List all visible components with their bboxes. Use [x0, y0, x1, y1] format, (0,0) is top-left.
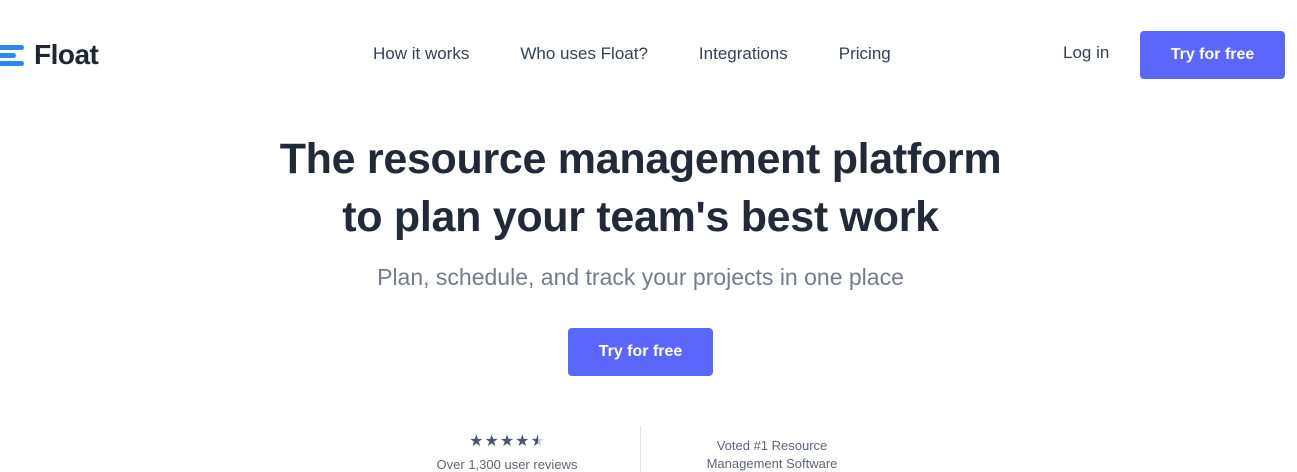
- logo-text: Float: [34, 39, 99, 70]
- nav-how-it-works[interactable]: How it works: [373, 44, 469, 64]
- voted-line-1: Voted #1 Resource: [716, 438, 828, 453]
- nav-integrations[interactable]: Integrations: [699, 44, 788, 64]
- half-star-icon: ★: [530, 433, 545, 450]
- nav-who-uses-float[interactable]: Who uses Float?: [520, 44, 648, 64]
- hero-title: The resource management platform to plan…: [0, 130, 1281, 246]
- rating-stars: ★ ★ ★ ★ ★: [407, 434, 607, 450]
- hero-try-free-button[interactable]: Try for free: [568, 328, 713, 376]
- hero-subtitle: Plan, schedule, and track your projects …: [377, 264, 904, 290]
- reviews-text: Over 1,300 user reviews: [436, 457, 578, 472]
- main-nav: How it works Who uses Float? Integration…: [373, 43, 891, 65]
- star-icon: ★: [499, 433, 515, 450]
- header-try-free-button[interactable]: Try for free: [1140, 31, 1285, 79]
- float-logo-icon: [0, 42, 26, 68]
- star-icon: ★: [484, 433, 499, 450]
- hero-title-line-2: to plan your team's best work: [342, 193, 939, 241]
- proof-divider: [640, 426, 641, 472]
- reviews-block: ★ ★ ★ ★ ★ Over 1,300 user reviews: [407, 434, 607, 472]
- login-link[interactable]: Log in: [1063, 43, 1109, 63]
- float-logo[interactable]: Float: [0, 38, 99, 72]
- voted-block: Voted #1 Resource Management Software: [672, 437, 872, 472]
- hero-title-line-1: The resource management platform: [279, 135, 1002, 183]
- star-icon: ★: [515, 433, 530, 450]
- page: Float How it works Who uses Float? Integ…: [0, 0, 1297, 472]
- star-icon: ★: [469, 433, 484, 450]
- voted-line-2: Management Software: [706, 456, 838, 471]
- nav-pricing[interactable]: Pricing: [839, 44, 891, 64]
